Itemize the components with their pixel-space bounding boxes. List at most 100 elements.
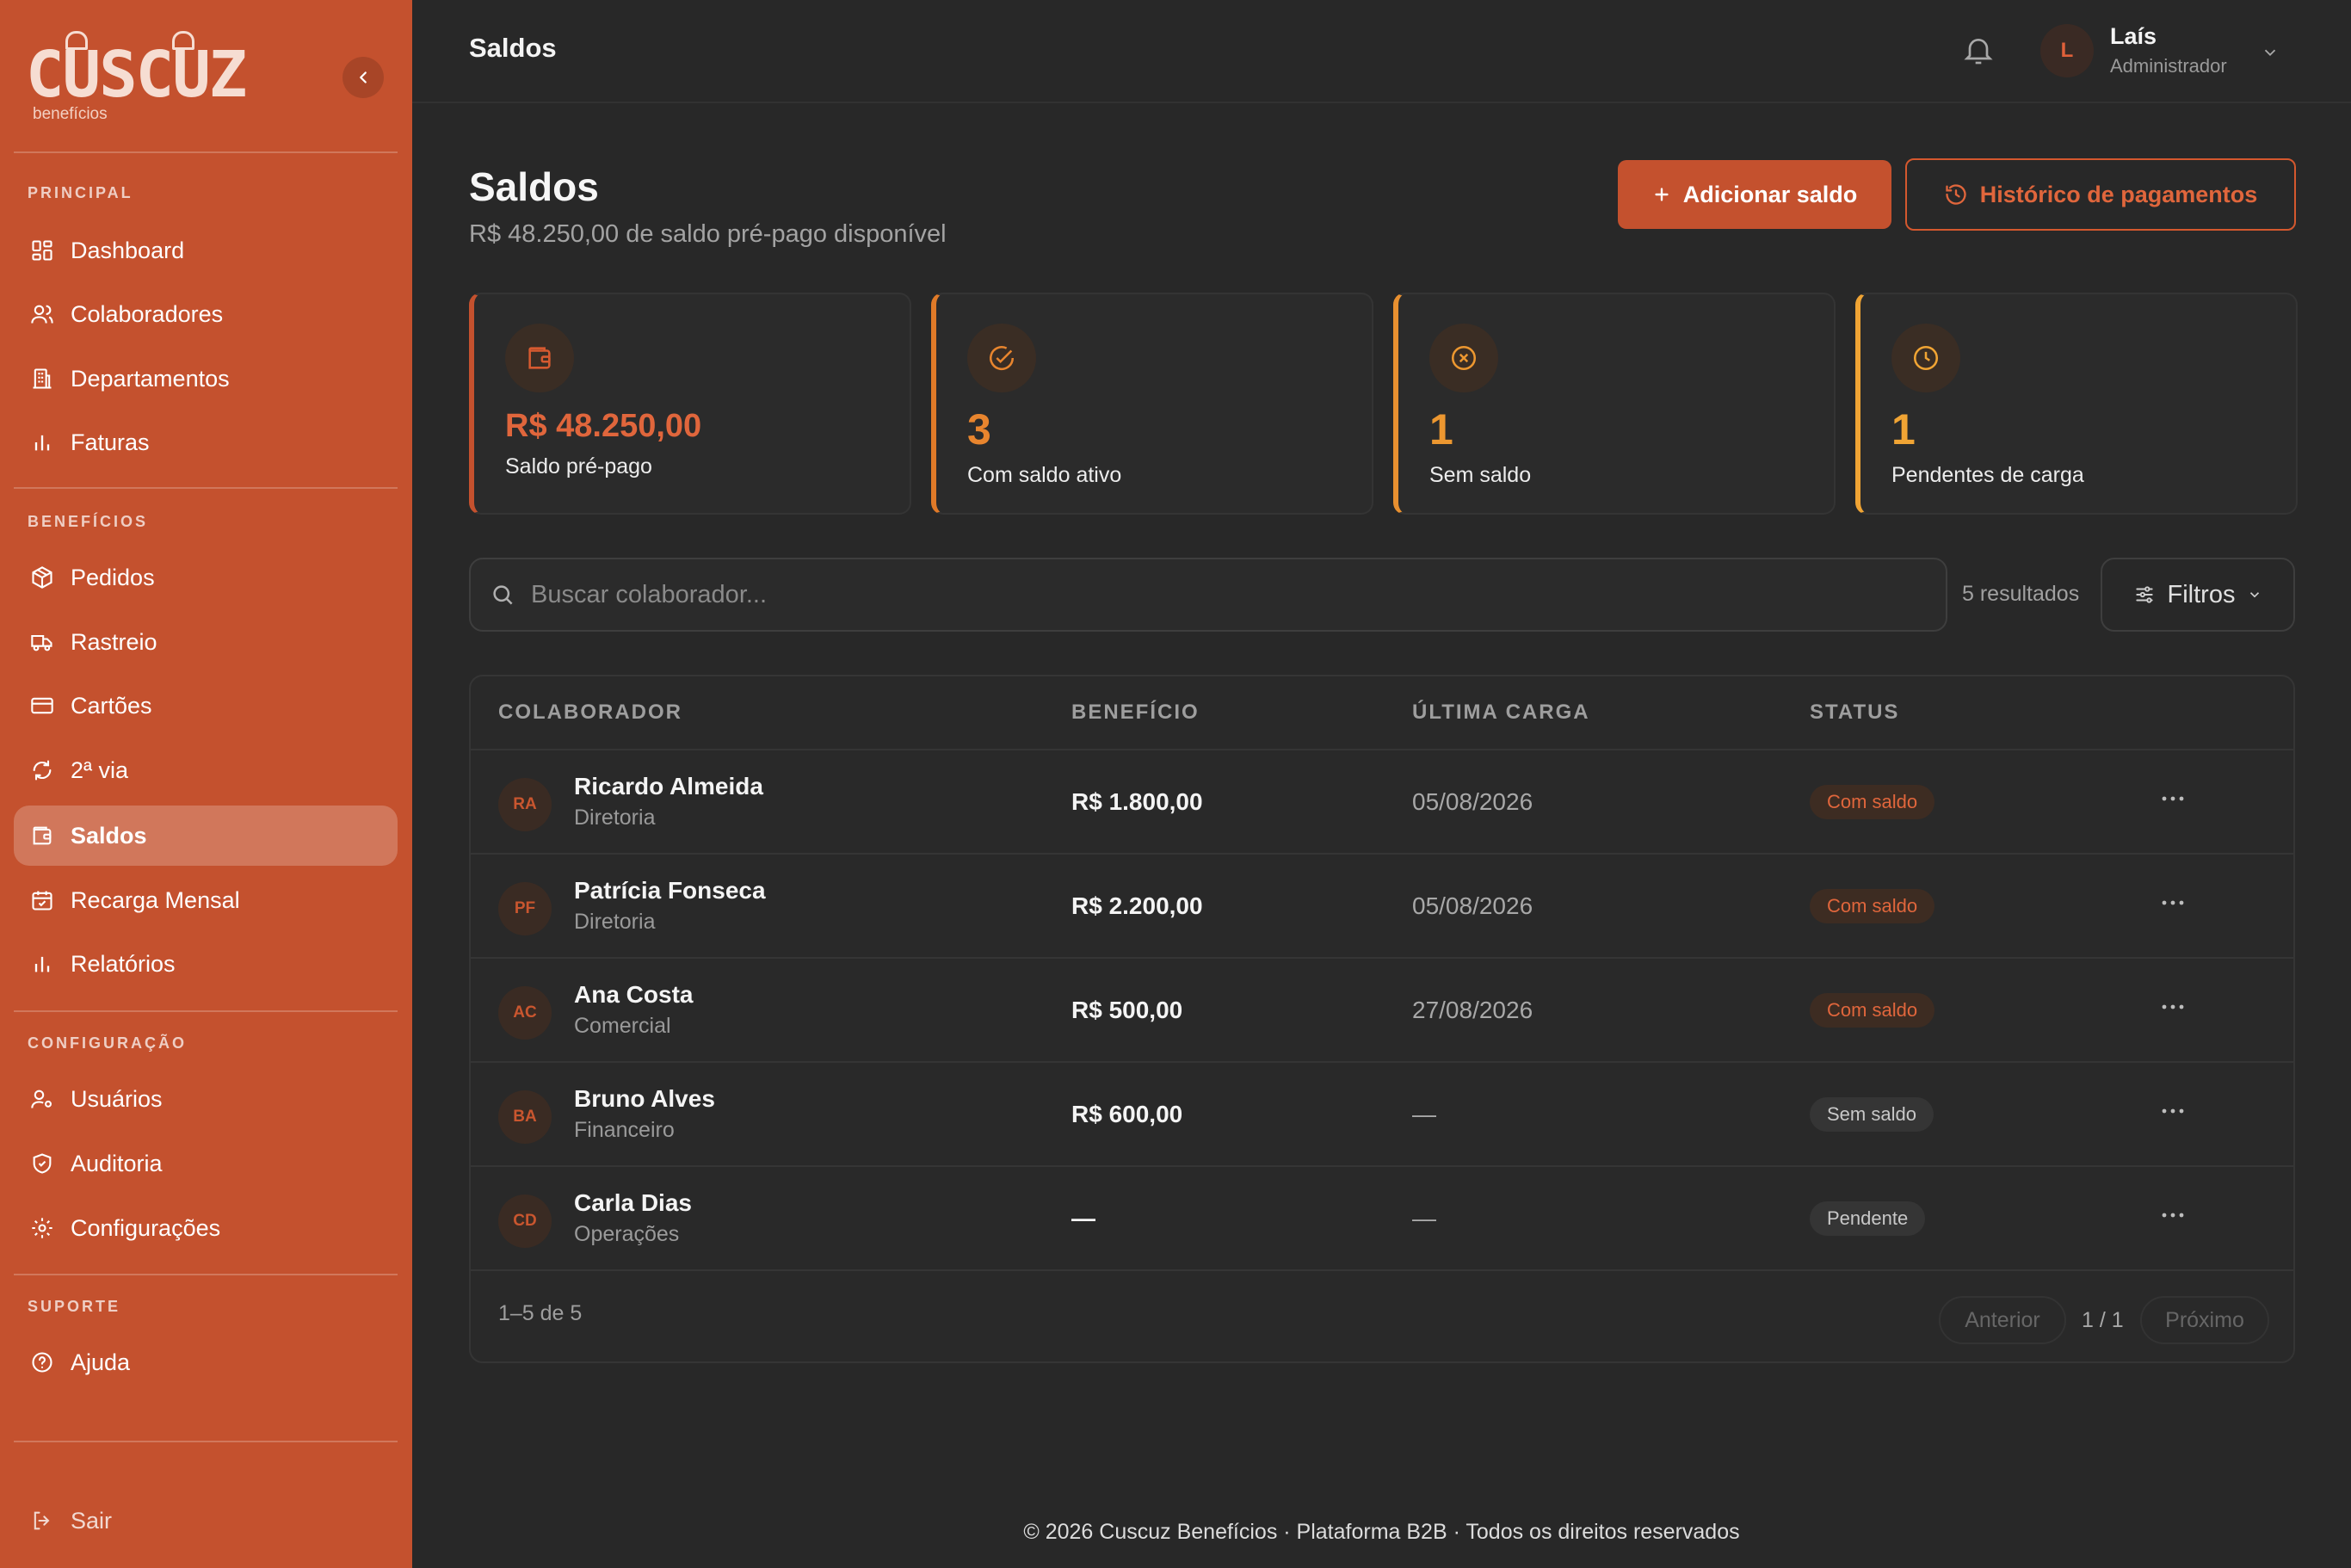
users-icon: [29, 301, 55, 327]
sidebar-item-recarga-mensal[interactable]: Recarga Mensal: [14, 870, 398, 930]
row-actions-button[interactable]: [2156, 1198, 2190, 1232]
employee-name: Ana Costa: [574, 981, 694, 1008]
card-icon: [29, 693, 55, 719]
wallet-icon: [29, 823, 55, 849]
page-indicator: 1 / 1: [2082, 1308, 2124, 1332]
avatar: RA: [498, 778, 552, 831]
table-row[interactable]: CD Carla Dias Operações — — Pendente: [471, 1167, 2293, 1271]
user-avatar[interactable]: L: [2040, 24, 2094, 77]
employee-department: Diretoria: [574, 806, 656, 830]
top-bar: Saldos L Laís Administrador: [412, 0, 2351, 103]
building-icon: [29, 366, 55, 392]
sidebar-item-pedidos[interactable]: Pedidos: [14, 547, 398, 608]
stat-card-pendentes: 1 Pendentes de carga: [1855, 293, 2298, 515]
employee-department: Diretoria: [574, 910, 656, 934]
avatar: CD: [498, 1195, 552, 1248]
bar-chart-icon: [29, 951, 55, 977]
table-row[interactable]: RA Ricardo Almeida Diretoria R$ 1.800,00…: [471, 750, 2293, 855]
add-balance-button[interactable]: Adicionar saldo: [1618, 160, 1891, 229]
employee-name: Carla Dias: [574, 1189, 692, 1216]
sidebar-item-configuracoes[interactable]: Configurações: [14, 1198, 398, 1258]
logout-icon: [29, 1508, 55, 1534]
next-page-button[interactable]: Próximo: [2140, 1296, 2269, 1344]
row-actions-button[interactable]: [2156, 886, 2190, 920]
avatar: BA: [498, 1090, 552, 1144]
user-name[interactable]: Laís: [2110, 23, 2157, 50]
sidebar-item-label: Ajuda: [71, 1349, 131, 1375]
sidebar-item-relatorios[interactable]: Relatórios: [14, 934, 398, 994]
stat-label: Saldo pré-pago: [505, 454, 652, 478]
sidebar-item-label: Dashboard: [71, 237, 185, 263]
filters-button[interactable]: Filtros: [2101, 558, 2295, 632]
sidebar-item-colaboradores[interactable]: Colaboradores: [14, 284, 398, 344]
column-header-ultima-carga[interactable]: ÚLTIMA CARGA: [1412, 701, 1590, 725]
stat-card-sem-saldo: 1 Sem saldo: [1393, 293, 1836, 515]
employee-name: Patrícia Fonseca: [574, 877, 766, 904]
employee-department: Operações: [574, 1222, 680, 1246]
check-circle-icon: [967, 324, 1036, 392]
table-row[interactable]: BA Bruno Alves Financeiro R$ 600,00 — Se…: [471, 1063, 2293, 1167]
sidebar-item-cartoes[interactable]: Cartões: [14, 676, 398, 736]
table-row[interactable]: PF Patrícia Fonseca Diretoria R$ 2.200,0…: [471, 855, 2293, 959]
avatar: AC: [498, 986, 552, 1040]
sidebar-item-label: Relatórios: [71, 950, 176, 977]
sidebar-item-segunda-via[interactable]: 2ª via: [14, 740, 398, 800]
status-badge: Com saldo: [1810, 993, 1935, 1028]
sidebar-item-label: Recarga Mensal: [71, 886, 240, 913]
user-menu-toggle[interactable]: [2261, 43, 2280, 62]
sidebar-item-auditoria[interactable]: Auditoria: [14, 1133, 398, 1194]
column-header-beneficio[interactable]: BENEFÍCIO: [1071, 701, 1200, 725]
table-header: COLABORADOR BENEFÍCIO ÚLTIMA CARGA STATU…: [471, 676, 2293, 750]
sidebar-divider: [14, 1441, 398, 1442]
collapse-sidebar-button[interactable]: [342, 57, 384, 98]
last-load-date: —: [1412, 1205, 1436, 1232]
chevron-left-icon: [360, 71, 367, 83]
logo-text: CUSCUZ: [26, 38, 247, 112]
column-header-colaborador[interactable]: COLABORADOR: [498, 701, 682, 725]
sidebar-item-faturas[interactable]: Faturas: [14, 412, 398, 472]
brand-logo[interactable]: CUSCUZ benefícios: [26, 26, 250, 129]
sidebar-item-label: 2ª via: [71, 756, 129, 783]
last-load-date: 27/08/2026: [1412, 997, 1533, 1023]
logout-button[interactable]: Sair: [14, 1491, 398, 1551]
sidebar-item-label: Pedidos: [71, 564, 155, 590]
sidebar-item-usuarios[interactable]: Usuários: [14, 1069, 398, 1129]
page-footer: © 2026 Cuscuz Benefícios · Plataforma B2…: [1023, 1520, 1740, 1544]
payment-history-button[interactable]: Histórico de pagamentos: [1905, 158, 2296, 231]
sidebar-item-label: Departamentos: [71, 365, 230, 392]
sidebar-divider: [14, 151, 398, 153]
status-badge: Sem saldo: [1810, 1097, 1934, 1132]
status-badge: Pendente: [1810, 1201, 1926, 1236]
sliders-icon: [2135, 586, 2153, 603]
notifications-button[interactable]: [1961, 33, 1996, 67]
row-actions-button[interactable]: [2156, 1094, 2190, 1128]
last-load-date: 05/08/2026: [1412, 892, 1533, 919]
stat-value: 1: [1429, 405, 1453, 454]
sidebar-divider: [14, 487, 398, 489]
avatar: PF: [498, 882, 552, 935]
page-subtitle: R$ 48.250,00 de saldo pré-pago disponíve…: [469, 220, 947, 248]
sidebar-item-saldos[interactable]: Saldos: [14, 806, 398, 866]
status-badge: Com saldo: [1810, 889, 1935, 923]
sidebar-divider: [14, 1010, 398, 1012]
sidebar-item-departamentos[interactable]: Departamentos: [14, 349, 398, 409]
row-actions-button[interactable]: [2156, 990, 2190, 1024]
sidebar-item-ajuda[interactable]: Ajuda: [14, 1332, 398, 1392]
previous-page-button[interactable]: Anterior: [1939, 1296, 2066, 1344]
sidebar-item-rastreio[interactable]: Rastreio: [14, 612, 398, 672]
truck-icon: [29, 629, 55, 655]
more-horizontal-icon: [2162, 1213, 2184, 1218]
stat-label: Pendentes de carga: [1891, 463, 2084, 487]
stat-value: 3: [967, 405, 991, 454]
page-title: Saldos: [469, 164, 599, 209]
sidebar-item-label: Rastreio: [71, 628, 157, 655]
sidebar-item-label: Saldos: [71, 822, 147, 849]
search-input[interactable]: [531, 580, 1946, 609]
section-label-configuracao: CONFIGURAÇÃO: [28, 1034, 187, 1052]
results-count: 5 resultados: [1962, 582, 2080, 606]
shield-check-icon: [29, 1151, 55, 1176]
column-header-status[interactable]: STATUS: [1810, 701, 1899, 725]
sidebar-item-dashboard[interactable]: Dashboard: [14, 220, 398, 281]
table-row[interactable]: AC Ana Costa Comercial R$ 500,00 27/08/2…: [471, 959, 2293, 1063]
row-actions-button[interactable]: [2156, 781, 2190, 816]
